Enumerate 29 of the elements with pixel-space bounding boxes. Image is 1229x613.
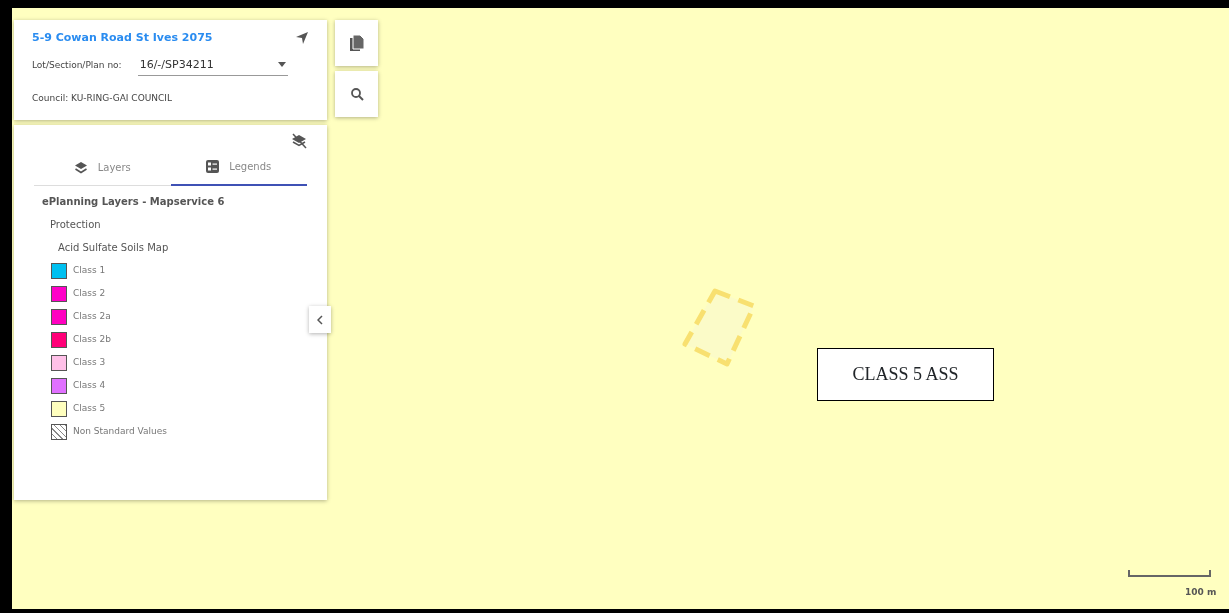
address-title: 5-9 Cowan Road St Ives 2075 xyxy=(32,30,213,46)
list-icon xyxy=(206,160,220,173)
legend-label: Non Standard Values xyxy=(73,424,167,438)
legend-label: Class 2b xyxy=(73,332,111,346)
chevron-icon xyxy=(317,314,323,325)
copy-button[interactable] xyxy=(335,20,378,66)
hatch-swatch xyxy=(51,423,67,440)
scale-text: 100 m xyxy=(1185,586,1217,599)
lot-dropdown[interactable]: 16/-/SP34211 xyxy=(137,54,288,76)
search-icon xyxy=(349,87,364,101)
lot-label: Lot/Section/Plan no: xyxy=(32,58,122,72)
council-text: Council: KU-RING-GAI COUNCIL xyxy=(32,92,173,105)
legend-label: Class 3 xyxy=(73,355,106,369)
layer-heading: Acid Sulfate Soils Map xyxy=(58,241,170,255)
legend-label: Class 5 xyxy=(73,401,106,415)
legend-label: Class 4 xyxy=(73,378,106,392)
panel-tab[interactable]: Legends xyxy=(170,149,307,186)
copy-icon xyxy=(349,35,364,51)
legend-label: Class 2 xyxy=(73,286,106,300)
service-heading: ePlanning Layers - Mapservice 6 xyxy=(42,195,226,209)
zoom-button[interactable] xyxy=(335,71,378,117)
panel-tab[interactable]: Layers xyxy=(34,149,171,186)
layers-icon xyxy=(73,160,88,174)
hide-layers-icon[interactable] xyxy=(291,133,307,149)
map-label: CLASS 5 ASS xyxy=(817,348,994,401)
group-heading: Protection xyxy=(50,218,102,232)
legend-label: Class 2a xyxy=(73,309,111,323)
legend-label: Class 1 xyxy=(73,263,106,277)
navigate-icon[interactable] xyxy=(295,31,309,46)
